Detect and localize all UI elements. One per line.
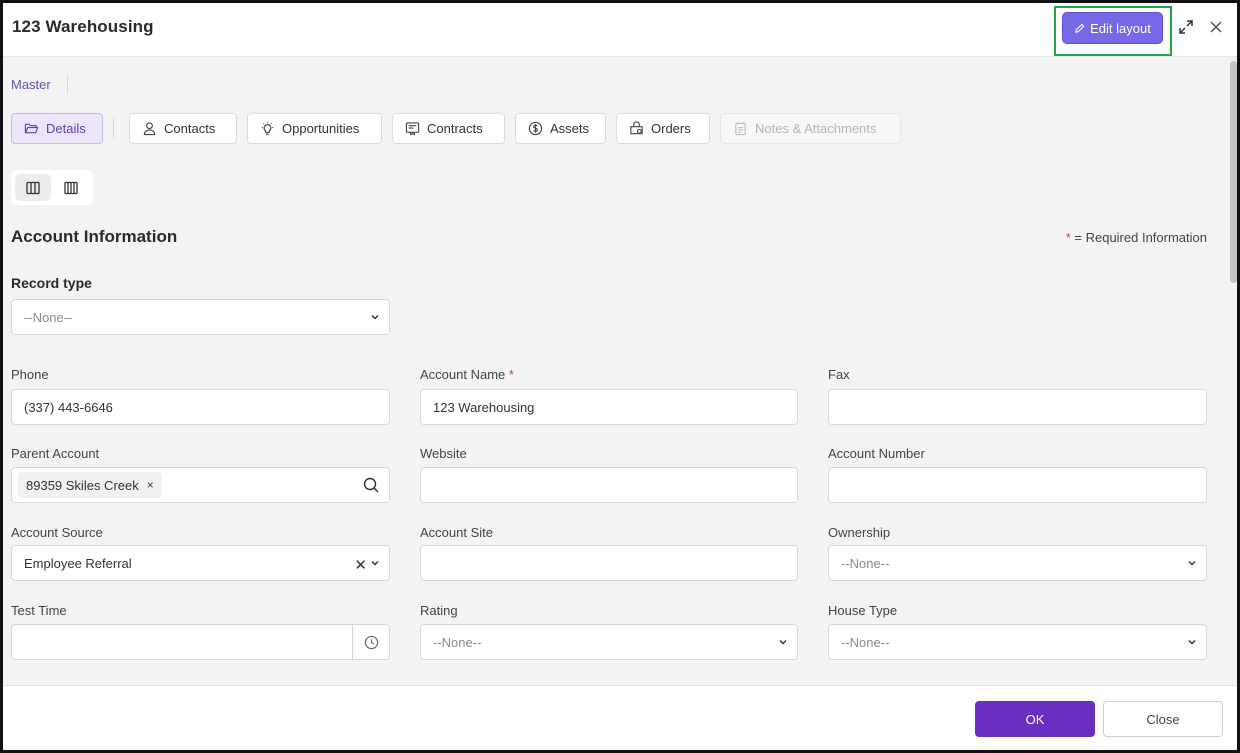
ownership-label: Ownership: [828, 525, 891, 540]
chevron-down-icon: [779, 640, 787, 645]
parent-account-tag-label: 89359 Skiles Creek: [26, 477, 139, 493]
dialog-footer: OK Close: [3, 685, 1237, 750]
house-type-value: --None--: [841, 634, 890, 650]
tab-divider: [113, 117, 114, 139]
tab-details[interactable]: Details: [11, 113, 103, 144]
tab-opportunities[interactable]: Opportunities: [247, 113, 382, 144]
contract-icon: [405, 122, 420, 136]
dollar-circle-icon: [528, 121, 543, 136]
fax-input[interactable]: [828, 389, 1207, 425]
vertical-scrollbar[interactable]: [1230, 61, 1237, 283]
tab-label: Orders: [651, 121, 691, 136]
chevron-down-icon: [1188, 561, 1196, 566]
account-number-label: Account Number: [828, 446, 925, 461]
dialog-title: 123 Warehousing: [12, 17, 154, 36]
account-number-input[interactable]: [828, 467, 1207, 503]
tab-contracts[interactable]: Contracts: [392, 113, 505, 144]
edit-layout-label: Edit layout: [1090, 20, 1151, 36]
record-type-label: Record type: [11, 275, 92, 291]
account-name-input[interactable]: 123 Warehousing: [420, 389, 798, 425]
account-name-label-text: Account Name: [420, 367, 506, 382]
house-type-label: House Type: [828, 603, 898, 618]
tab-label: Notes & Attachments: [755, 121, 877, 136]
phone-label: Phone: [11, 367, 49, 382]
required-info-text: = Required Information: [1074, 230, 1207, 245]
three-column-layout-button[interactable]: [53, 174, 89, 201]
cart-icon: [630, 121, 643, 135]
test-time-label: Test Time: [11, 603, 67, 618]
tab-label: Opportunities: [282, 121, 360, 136]
time-picker-button[interactable]: [352, 625, 389, 659]
two-column-icon: [26, 181, 40, 194]
notes-icon: [735, 122, 746, 136]
parent-account-tag: 89359 Skiles Creek ×: [18, 472, 162, 498]
account-name-value: 123 Warehousing: [433, 399, 535, 415]
tab-label: Contracts: [427, 121, 483, 136]
ownership-select[interactable]: --None--: [828, 545, 1207, 581]
clear-selection-icon[interactable]: ✕: [354, 556, 367, 574]
tab-orders[interactable]: Orders: [616, 113, 710, 144]
breadcrumb-divider: [67, 76, 68, 94]
section-title: Account Information: [11, 227, 178, 246]
parent-account-lookup[interactable]: 89359 Skiles Creek ×: [11, 467, 390, 503]
test-time-input[interactable]: [11, 624, 390, 660]
house-type-select[interactable]: --None--: [828, 624, 1207, 660]
account-site-label: Account Site: [420, 525, 493, 540]
tab-assets[interactable]: Assets: [515, 113, 606, 144]
account-source-label: Account Source: [11, 525, 103, 540]
tab-label: Assets: [550, 121, 590, 136]
chevron-down-icon: [371, 315, 379, 320]
account-source-value: Employee Referral: [24, 555, 132, 571]
tab-label: Details: [46, 121, 86, 136]
user-icon: [143, 122, 156, 136]
required-info-note: * = Required Information: [1066, 230, 1207, 245]
pencil-icon: [1075, 23, 1085, 33]
close-button[interactable]: Close: [1103, 701, 1223, 737]
ok-button[interactable]: OK: [975, 701, 1095, 737]
rating-select[interactable]: --None--: [420, 624, 798, 660]
tab-notes-attachments: Notes & Attachments: [720, 113, 901, 144]
account-dialog: 123 Warehousing Edit layout Master Detai…: [0, 0, 1240, 753]
clock-icon: [364, 635, 378, 649]
edit-layout-button[interactable]: Edit layout: [1062, 12, 1163, 44]
account-source-select[interactable]: Employee Referral ✕: [11, 545, 390, 581]
fax-label: Fax: [828, 367, 850, 382]
ownership-value: --None--: [841, 555, 890, 571]
tab-label: Contacts: [164, 121, 216, 136]
three-column-icon: [64, 181, 78, 194]
account-name-label: Account Name *: [420, 367, 514, 382]
chevron-down-icon: [1188, 640, 1196, 645]
rating-label: Rating: [420, 603, 458, 618]
breadcrumb-master[interactable]: Master: [11, 77, 51, 92]
required-star: *: [1065, 230, 1071, 245]
phone-input[interactable]: (337) 443-6646: [11, 389, 390, 425]
website-input[interactable]: [420, 467, 798, 503]
parent-account-label: Parent Account: [11, 446, 100, 461]
lightbulb-icon: [261, 121, 274, 135]
remove-tag-icon[interactable]: ×: [147, 478, 154, 492]
chevron-down-icon: [371, 561, 379, 566]
rating-value: --None--: [433, 634, 482, 650]
record-type-select[interactable]: --None--: [11, 299, 390, 335]
website-label: Website: [420, 446, 467, 461]
account-site-input[interactable]: [420, 545, 798, 581]
search-icon[interactable]: [362, 476, 380, 494]
required-star: *: [508, 367, 514, 382]
expand-icon[interactable]: [1177, 18, 1195, 36]
record-type-value: --None--: [24, 309, 73, 325]
close-icon[interactable]: [1207, 18, 1225, 36]
column-layout-toggle: [11, 170, 93, 205]
tab-contacts[interactable]: Contacts: [129, 113, 237, 144]
phone-value: (337) 443-6646: [24, 399, 113, 415]
folder-open-icon: [24, 123, 39, 134]
two-column-layout-button[interactable]: [15, 174, 51, 201]
dialog-header: 123 Warehousing Edit layout: [3, 3, 1237, 57]
